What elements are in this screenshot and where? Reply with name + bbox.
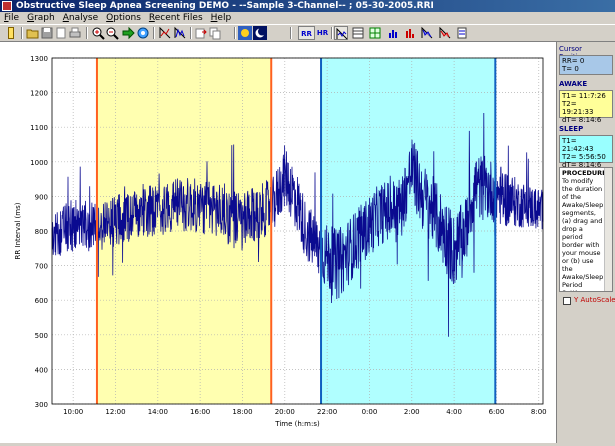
x-tick-label: 18:00 xyxy=(232,408,252,416)
autoscale-label: Y AutoScale xyxy=(574,296,615,304)
exit-icon[interactable] xyxy=(4,26,18,40)
chart-svg[interactable]: 300 400 500 600 700 800 900 1000 1100 1200 1300 10:… xyxy=(0,42,556,443)
awake-label: AWAKE xyxy=(559,80,588,88)
sleep-label: SLEEP xyxy=(559,125,584,133)
x-tick-label: 4:00 xyxy=(446,408,462,416)
menu-options[interactable]: Options xyxy=(102,12,145,24)
report-icon[interactable] xyxy=(455,26,469,40)
y-tick-label: 300 xyxy=(35,401,48,409)
y-tick-label: 1100 xyxy=(30,124,48,132)
copy-icon[interactable] xyxy=(208,26,222,40)
y-tick-label: 700 xyxy=(35,263,48,271)
print-icon[interactable] xyxy=(68,26,82,40)
menu-bar: File Graph Analyse Options Recent Files Help xyxy=(0,12,615,24)
x-tick-label: 8:00 xyxy=(531,408,547,416)
x-axis-label: Time (h:m:s) xyxy=(274,420,320,428)
sleep-moon-icon[interactable] xyxy=(253,26,267,40)
x-tick-label: 22:00 xyxy=(317,408,337,416)
zoom-in-icon[interactable] xyxy=(91,26,105,40)
menu-analyse[interactable]: Analyse xyxy=(59,12,102,24)
x-tick-label: 6:00 xyxy=(489,408,505,416)
y-tick-label: 500 xyxy=(35,332,48,340)
menu-recent-files[interactable]: Recent Files xyxy=(145,12,207,24)
procedure-box: PROCEDURE To modify the duration of the … xyxy=(559,167,613,292)
awake-t1: T1= 11:7:26 xyxy=(562,92,606,100)
bar-histogram-icon[interactable] xyxy=(403,26,417,40)
cursor-t-value: T= 0 xyxy=(562,65,579,73)
awake-box: T1= 11:7:26 T2= 19:21:33 dT= 8:14:6 xyxy=(559,90,613,124)
procedure-scrollbar[interactable] xyxy=(604,168,612,291)
rr-view-button[interactable]: RR xyxy=(298,26,315,40)
histogram-icon[interactable] xyxy=(386,26,400,40)
menu-file[interactable]: File xyxy=(0,12,23,24)
procedure-text: To modify the duration of the Awake/Slee… xyxy=(562,177,604,291)
x-tick-label: 12:00 xyxy=(105,408,125,416)
table-icon[interactable] xyxy=(351,26,365,40)
x-tick-label: 2:00 xyxy=(404,408,420,416)
autoscale-checkbox[interactable] xyxy=(563,297,571,305)
zoom-out-icon[interactable] xyxy=(105,26,119,40)
open-folder-icon[interactable] xyxy=(26,26,40,40)
cursor-rr-value: RR= 0 xyxy=(562,57,585,65)
psd-icon[interactable] xyxy=(420,26,434,40)
toolbar: RR HR xyxy=(0,24,615,42)
procedure-title: PROCEDURE xyxy=(562,169,607,177)
y-tick-label: 1000 xyxy=(30,159,48,167)
print-preview-icon[interactable] xyxy=(54,26,68,40)
app-icon xyxy=(2,1,12,11)
x-tick-label: 16:00 xyxy=(190,408,210,416)
y-tick-label: 800 xyxy=(35,228,48,236)
arrow-right-icon[interactable] xyxy=(121,26,135,40)
rr-interval-chart[interactable]: 300 400 500 600 700 800 900 1000 1100 1200 1300 10:… xyxy=(0,42,556,443)
chart-icon[interactable] xyxy=(158,26,172,40)
spectrum-icon[interactable] xyxy=(173,26,187,40)
grid-table-icon[interactable] xyxy=(368,26,382,40)
x-tick-label: 14:00 xyxy=(148,408,168,416)
y-tick-label: 900 xyxy=(35,193,48,201)
x-tick-label: 0:00 xyxy=(362,408,378,416)
menu-help[interactable]: Help xyxy=(207,12,236,24)
awake-dt: dT= 8:14:6 xyxy=(562,116,602,124)
view-icon[interactable] xyxy=(136,26,150,40)
menu-graph[interactable]: Graph xyxy=(23,12,59,24)
awake-t2: T2= 19:21:33 xyxy=(562,100,594,116)
y-tick-label: 1300 xyxy=(30,55,48,63)
y-tick-label: 1200 xyxy=(30,90,48,98)
x-tick-label: 20:00 xyxy=(275,408,295,416)
sleep-box: T1= 21:42:43 T2= 5:56:50 dT= 8:14:6 xyxy=(559,135,613,169)
psd-compare-icon[interactable] xyxy=(438,26,452,40)
awake-sun-icon[interactable] xyxy=(238,26,252,40)
window-title: Obstructive Sleep Apnea Screening DEMO -… xyxy=(16,1,434,11)
side-panel: Cursor Position: RR= 0 T= 0 AWAKE T1= 11… xyxy=(556,42,615,443)
time-series-icon[interactable] xyxy=(334,26,348,40)
hr-view-button[interactable]: HR xyxy=(314,26,331,40)
y-axis-label: RR Interval (ms) xyxy=(14,202,22,259)
sleep-t1: T1= 21:42:43 xyxy=(562,137,594,153)
y-tick-label: 400 xyxy=(35,366,48,374)
cursor-position-box: RR= 0 T= 0 xyxy=(559,55,613,75)
save-icon[interactable] xyxy=(40,26,54,40)
x-tick-label: 10:00 xyxy=(63,408,83,416)
y-tick-label: 600 xyxy=(35,297,48,305)
title-bar: Obstructive Sleep Apnea Screening DEMO -… xyxy=(0,0,615,12)
export-icon[interactable] xyxy=(194,26,208,40)
sleep-t2: T2= 5:56:50 xyxy=(562,153,606,161)
